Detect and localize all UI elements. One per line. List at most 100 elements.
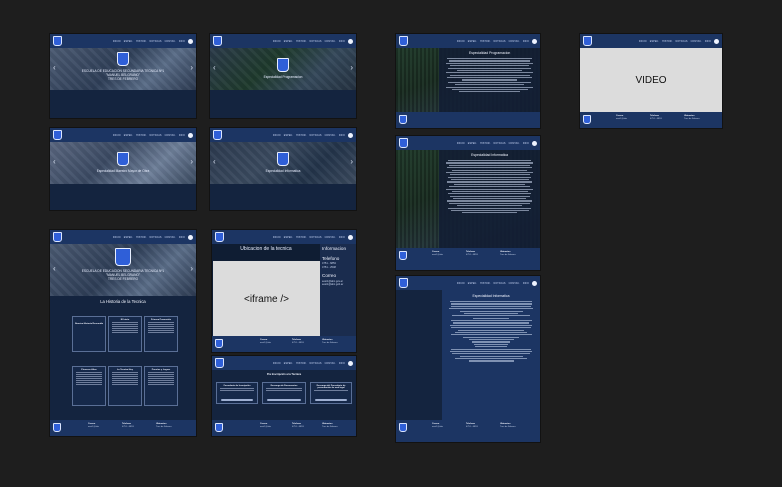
nav-link-contacto[interactable]: CONTAC. bbox=[165, 236, 176, 239]
nav-link-historia[interactable]: HISTOR. bbox=[480, 282, 490, 285]
school-logo-icon[interactable] bbox=[583, 36, 592, 46]
nav-link-especialidades[interactable]: ESPEC. bbox=[284, 236, 293, 239]
carousel-prev-icon[interactable]: ‹ bbox=[213, 157, 216, 166]
nav-link-inicio[interactable]: INICIO bbox=[639, 40, 647, 43]
theme-toggle-icon[interactable] bbox=[714, 38, 719, 44]
nav-link-info[interactable]: INFO bbox=[523, 142, 529, 145]
theme-toggle-icon[interactable] bbox=[532, 140, 537, 146]
card-button[interactable] bbox=[221, 398, 253, 401]
nav-link-especialidades[interactable]: ESPEC. bbox=[284, 134, 293, 137]
nav-link-noticias[interactable]: NOTICIAS bbox=[150, 134, 162, 137]
theme-toggle-icon[interactable] bbox=[348, 360, 353, 366]
school-logo-icon[interactable] bbox=[215, 358, 224, 368]
school-logo-icon[interactable] bbox=[213, 130, 222, 140]
theme-toggle-icon[interactable] bbox=[188, 38, 193, 44]
school-logo-icon[interactable] bbox=[215, 232, 224, 242]
nav-link-contacto[interactable]: CONTAC. bbox=[509, 142, 520, 145]
nav-link-especialidades[interactable]: ESPEC. bbox=[124, 40, 133, 43]
nav-link-noticias[interactable]: NOTICIAS bbox=[676, 40, 688, 43]
nav-link-inicio[interactable]: INICIO bbox=[273, 236, 281, 239]
nav-link-inicio[interactable]: INICIO bbox=[113, 134, 121, 137]
nav-link-info[interactable]: INFO bbox=[179, 236, 185, 239]
nav-link-especialidades[interactable]: ESPEC. bbox=[468, 142, 477, 145]
nav-link-historia[interactable]: HISTOR. bbox=[296, 134, 306, 137]
nav-link-inicio[interactable]: INICIO bbox=[457, 142, 465, 145]
school-logo-icon[interactable] bbox=[53, 130, 62, 140]
nav-link-especialidades[interactable]: ESPEC. bbox=[124, 134, 133, 137]
nav-link-historia[interactable]: HISTOR. bbox=[136, 134, 146, 137]
nav-link-inicio[interactable]: INICIO bbox=[457, 282, 465, 285]
school-logo-icon[interactable] bbox=[399, 36, 408, 46]
nav-link-info[interactable]: INFO bbox=[339, 362, 345, 365]
nav-link-noticias[interactable]: NOTICIAS bbox=[150, 236, 162, 239]
nav-link-historia[interactable]: HISTOR. bbox=[480, 142, 490, 145]
nav-link-contacto[interactable]: CONTAC. bbox=[325, 134, 336, 137]
nav-link-inicio[interactable]: INICIO bbox=[457, 40, 465, 43]
nav-link-inicio[interactable]: INICIO bbox=[113, 236, 121, 239]
map-iframe[interactable]: <iframe /> bbox=[213, 261, 320, 337]
nav-link-especialidades[interactable]: ESPEC. bbox=[650, 40, 659, 43]
nav-link-info[interactable]: INFO bbox=[339, 236, 345, 239]
card-button[interactable] bbox=[267, 398, 301, 401]
theme-toggle-icon[interactable] bbox=[532, 280, 537, 286]
nav-link-info[interactable]: INFO bbox=[179, 134, 185, 137]
nav-link-inicio[interactable]: INICIO bbox=[113, 40, 121, 43]
theme-toggle-icon[interactable] bbox=[188, 234, 193, 240]
nav-link-noticias[interactable]: NOTICIAS bbox=[494, 282, 506, 285]
nav-link-contacto[interactable]: CONTAC. bbox=[325, 40, 336, 43]
theme-toggle-icon[interactable] bbox=[348, 234, 353, 240]
nav-link-contacto[interactable]: CONTAC. bbox=[509, 40, 520, 43]
nav-link-info[interactable]: INFO bbox=[523, 40, 529, 43]
nav-link-noticias[interactable]: NOTICIAS bbox=[494, 142, 506, 145]
nav-link-historia[interactable]: HISTOR. bbox=[662, 40, 672, 43]
nav-link-noticias[interactable]: NOTICIAS bbox=[310, 362, 322, 365]
nav-link-noticias[interactable]: NOTICIAS bbox=[310, 236, 322, 239]
nav-link-historia[interactable]: HISTOR. bbox=[136, 40, 146, 43]
video-player[interactable]: VIDEO bbox=[580, 48, 722, 112]
nav-link-noticias[interactable]: NOTICIAS bbox=[310, 134, 322, 137]
nav-link-info[interactable]: INFO bbox=[705, 40, 711, 43]
card-button[interactable] bbox=[315, 398, 347, 401]
nav-link-especialidades[interactable]: ESPEC. bbox=[284, 40, 293, 43]
nav-link-contacto[interactable]: CONTAC. bbox=[165, 134, 176, 137]
school-logo-icon[interactable] bbox=[399, 278, 408, 288]
nav-link-especialidades[interactable]: ESPEC. bbox=[124, 236, 133, 239]
nav-link-contacto[interactable]: CONTAC. bbox=[509, 282, 520, 285]
nav-link-info[interactable]: INFO bbox=[523, 282, 529, 285]
nav-link-especialidades[interactable]: ESPEC. bbox=[284, 362, 293, 365]
theme-toggle-icon[interactable] bbox=[348, 38, 353, 44]
nav-link-info[interactable]: INFO bbox=[339, 40, 345, 43]
school-logo-icon[interactable] bbox=[53, 232, 62, 242]
nav-link-especialidades[interactable]: ESPEC. bbox=[468, 282, 477, 285]
nav-link-inicio[interactable]: INICIO bbox=[273, 362, 281, 365]
theme-toggle-icon[interactable] bbox=[348, 132, 353, 138]
nav-link-info[interactable]: INFO bbox=[339, 134, 345, 137]
nav-link-noticias[interactable]: NOTICIAS bbox=[150, 40, 162, 43]
carousel-next-icon[interactable]: › bbox=[190, 157, 193, 166]
carousel-next-icon[interactable]: › bbox=[350, 63, 353, 72]
nav-link-especialidades[interactable]: ESPEC. bbox=[468, 40, 477, 43]
school-logo-icon[interactable] bbox=[399, 138, 408, 148]
nav-link-historia[interactable]: HISTOR. bbox=[296, 40, 306, 43]
nav-link-contacto[interactable]: CONTAC. bbox=[165, 40, 176, 43]
theme-toggle-icon[interactable] bbox=[532, 38, 537, 44]
nav-link-contacto[interactable]: CONTAC. bbox=[325, 362, 336, 365]
nav-link-historia[interactable]: HISTOR. bbox=[296, 236, 306, 239]
carousel-prev-icon[interactable]: ‹ bbox=[53, 157, 56, 166]
carousel-prev-icon[interactable]: ‹ bbox=[213, 63, 216, 72]
theme-toggle-icon[interactable] bbox=[188, 132, 193, 138]
nav-link-contacto[interactable]: CONTAC. bbox=[325, 236, 336, 239]
email-2[interactable]: eest1@abc.gob.ar bbox=[322, 283, 354, 287]
nav-link-noticias[interactable]: NOTICIAS bbox=[494, 40, 506, 43]
nav-link-historia[interactable]: HISTOR. bbox=[296, 362, 306, 365]
nav-link-contacto[interactable]: CONTAC. bbox=[691, 40, 702, 43]
carousel-next-icon[interactable]: › bbox=[350, 157, 353, 166]
school-logo-icon[interactable] bbox=[53, 36, 62, 46]
nav-link-historia[interactable]: HISTOR. bbox=[480, 40, 490, 43]
nav-link-info[interactable]: INFO bbox=[179, 40, 185, 43]
nav-link-noticias[interactable]: NOTICIAS bbox=[310, 40, 322, 43]
school-logo-icon[interactable] bbox=[213, 36, 222, 46]
nav-link-inicio[interactable]: INICIO bbox=[273, 40, 281, 43]
nav-link-historia[interactable]: HISTOR. bbox=[136, 236, 146, 239]
nav-link-inicio[interactable]: INICIO bbox=[273, 134, 281, 137]
